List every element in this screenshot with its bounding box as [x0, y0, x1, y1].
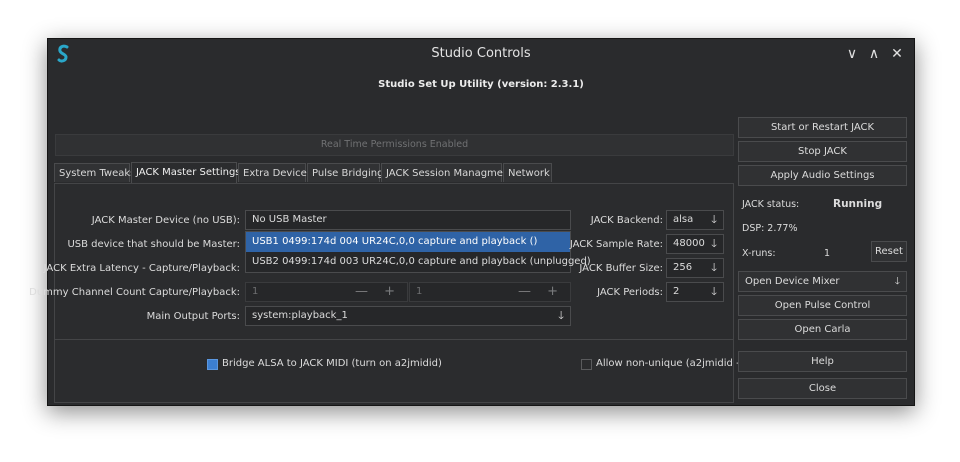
periods-label: JACK Periods: [597, 287, 663, 298]
dummy-playback-value: 1 [416, 286, 423, 297]
output-ports-select[interactable]: system:playback_1 🡓 [245, 306, 571, 326]
tab-jack-session-managment[interactable]: JACK Session Managment [381, 163, 513, 182]
stop-jack-button[interactable]: Stop JACK [738, 141, 907, 162]
master-device-value: No USB Master [252, 214, 327, 225]
bridge-midi-label: Bridge ALSA to JACK MIDI (turn on a2jmid… [222, 358, 442, 369]
buffer-size-value: 256 [673, 262, 693, 273]
usb-master-label: USB device that should be Master: [67, 239, 240, 250]
sample-rate-select[interactable]: 48000 🡓 [666, 234, 724, 254]
allow-nonunique-checkbox[interactable] [581, 359, 592, 370]
buffer-size-select[interactable]: 256 🡓 [666, 258, 724, 278]
dummy-playback-spinner[interactable]: 1 — + [409, 282, 571, 302]
xruns-count: 1 [824, 248, 831, 259]
minimize-icon[interactable]: ∨ [842, 43, 862, 65]
periods-select[interactable]: 2 🡓 [666, 282, 724, 302]
bridge-midi-checkbox[interactable] [207, 359, 218, 370]
tab-pulse-bridging[interactable]: Pulse Bridging [307, 163, 383, 182]
stepper-icon[interactable]: — + [355, 283, 401, 301]
tab-jack-master-settings[interactable]: JACK Master Settings [131, 162, 241, 183]
dropdown-arrow-icon: 🡓 [558, 309, 564, 322]
sample-rate-value: 48000 [673, 238, 705, 249]
app-subtitle: Studio Set Up Utility (version: 2.3.1) [378, 79, 584, 90]
open-pulse-control-button[interactable]: Open Pulse Control [738, 295, 907, 316]
backend-value: alsa [673, 214, 694, 225]
list-item[interactable]: USB1 0499:174d 004 UR24C,0,0 capture and… [246, 232, 570, 252]
studio-controls-window: Studio Controls ∨ ∧ ✕ Studio Set Up Util… [29, 38, 915, 406]
device-mixer-select[interactable]: Open Device Mixer 🡓 [738, 271, 907, 292]
periods-value: 2 [673, 286, 680, 297]
master-device-label: JACK Master Device (no USB): [91, 215, 240, 226]
output-ports-label: Main Output Ports: [146, 311, 240, 322]
usb-master-dropdown-list[interactable]: USB1 0499:174d 004 UR24C,0,0 capture and… [245, 231, 591, 273]
jack-status-label: JACK status: [742, 199, 800, 210]
dropdown-arrow-icon: 🡓 [711, 285, 717, 298]
title-bar[interactable]: Studio Controls ∨ ∧ ✕ [48, 39, 914, 69]
backend-select[interactable]: alsa 🡓 [666, 210, 724, 230]
device-mixer-label: Open Device Mixer [745, 276, 840, 287]
open-carla-button[interactable]: Open Carla [738, 319, 907, 340]
dummy-capture-spinner[interactable]: 1 — + [245, 282, 408, 302]
dummy-capture-value: 1 [252, 286, 259, 297]
close-window-icon[interactable]: ✕ [887, 43, 907, 65]
tab-network[interactable]: Network [503, 163, 552, 182]
stepper-icon[interactable]: — + [518, 283, 564, 301]
list-item[interactable]: USB2 0499:174d 003 UR24C,0,0 capture and… [246, 252, 591, 272]
sample-rate-label: JACK Sample Rate: [569, 239, 663, 250]
divider [55, 339, 733, 340]
xruns-label: X-runs: [742, 248, 776, 259]
reset-xruns-button[interactable]: Reset [871, 241, 907, 262]
maximize-icon[interactable]: ∧ [864, 43, 884, 65]
window-title: Studio Controls [431, 46, 531, 61]
help-button[interactable]: Help [738, 351, 907, 372]
output-ports-value: system:playback_1 [252, 310, 348, 321]
dropdown-arrow-icon: 🡓 [711, 261, 717, 274]
apply-audio-settings-button[interactable]: Apply Audio Settings [738, 165, 907, 186]
close-button[interactable]: Close [738, 378, 907, 399]
jack-status-value: Running [833, 198, 883, 210]
dropdown-arrow-icon: 🡓 [894, 276, 900, 287]
rt-permissions-status: Real Time Permissions Enabled [55, 134, 734, 156]
backend-label: JACK Backend: [590, 215, 663, 226]
tab-system-tweaks[interactable]: System Tweaks [54, 163, 135, 182]
allow-nonunique-label: Allow non-unique (a2jmidid -u) [596, 358, 750, 369]
master-device-select[interactable]: No USB Master [245, 210, 571, 230]
start-restart-jack-button[interactable]: Start or Restart JACK [738, 117, 907, 138]
dummy-channel-label: Dummy Channel Count Capture/Playback: [29, 287, 240, 298]
tab-extra-devices[interactable]: Extra Devices [238, 163, 312, 182]
dsp-load: DSP: 2.77% [742, 223, 798, 234]
dropdown-arrow-icon: 🡓 [711, 213, 717, 226]
buffer-size-label: JACK Buffer Size: [579, 263, 663, 274]
extra-latency-label: JACK Extra Latency - Capture/Playback: [43, 263, 240, 274]
dropdown-arrow-icon: 🡓 [711, 237, 717, 250]
